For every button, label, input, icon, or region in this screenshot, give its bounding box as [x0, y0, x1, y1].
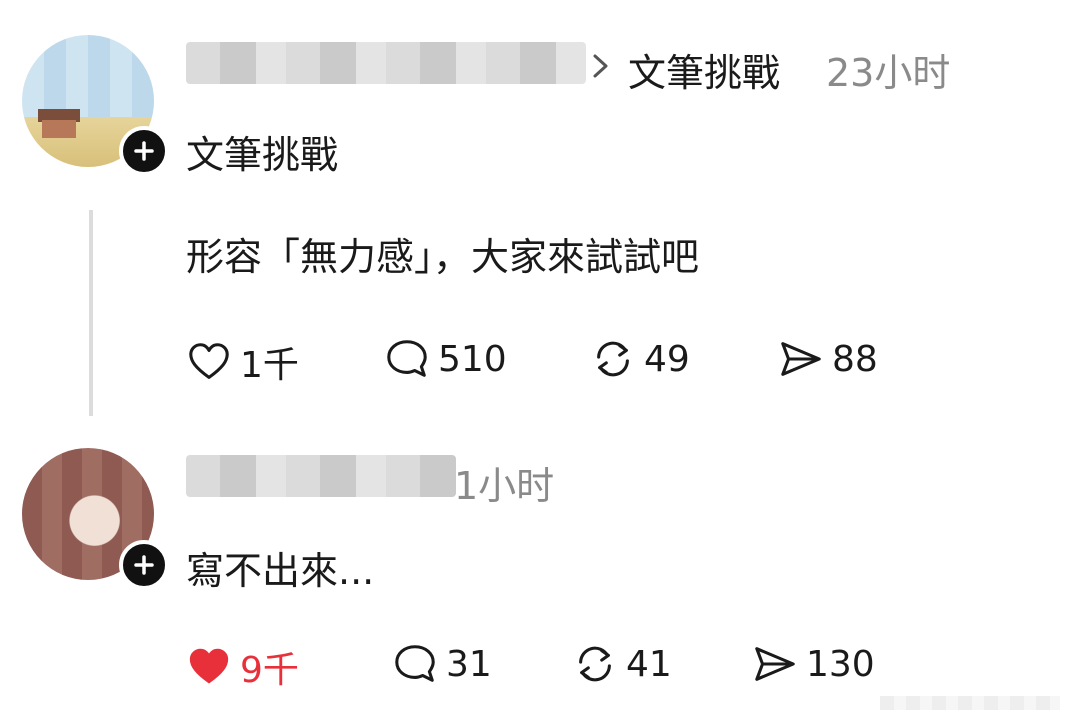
post-body: 形容「無力感」，大家來試試吧 [186, 235, 700, 279]
post-timestamp: 23小时 [826, 51, 951, 95]
reply-body: 寫不出來... [186, 549, 375, 593]
share-button[interactable]: 88 [778, 336, 878, 382]
repost-button[interactable]: 49 [590, 336, 690, 382]
chevron-right-icon [593, 54, 608, 78]
channel-name[interactable]: 文筆挑戰 [628, 42, 780, 97]
blurred-username[interactable] [186, 455, 456, 497]
share-count: 130 [806, 643, 875, 685]
comment-count: 31 [446, 643, 492, 685]
repost-count: 49 [644, 338, 690, 380]
reply-timestamp: 1小时 [454, 464, 555, 508]
like-button[interactable]: 1千 [186, 336, 299, 388]
like-button[interactable]: 9千 [186, 641, 299, 693]
share-count: 88 [832, 338, 878, 380]
comment-button[interactable]: 31 [392, 641, 492, 687]
repost-count: 41 [626, 643, 672, 685]
send-icon [781, 342, 821, 376]
follow-button[interactable] [119, 540, 169, 590]
repost-icon [579, 646, 611, 682]
heart-filled-icon [189, 648, 229, 684]
blurred-watermark [880, 696, 1060, 710]
post-title: 文筆挑戰 [186, 133, 339, 177]
heart-icon [189, 343, 229, 379]
share-button[interactable]: 130 [752, 641, 875, 687]
follow-button[interactable] [119, 126, 169, 176]
avatar-house-shape [42, 120, 76, 138]
comment-count: 510 [438, 338, 507, 380]
comment-button[interactable]: 510 [384, 336, 507, 382]
repost-button[interactable]: 41 [572, 641, 672, 687]
comment-bubble-icon [387, 340, 427, 377]
like-count: 1千 [240, 345, 299, 386]
plus-icon [134, 141, 154, 161]
comment-bubble-icon [395, 645, 435, 682]
repost-icon [597, 341, 629, 377]
plus-icon [134, 555, 154, 575]
blurred-username[interactable] [186, 42, 586, 84]
thread-line [89, 210, 93, 416]
send-icon [755, 647, 795, 681]
like-count: 9千 [240, 650, 299, 691]
